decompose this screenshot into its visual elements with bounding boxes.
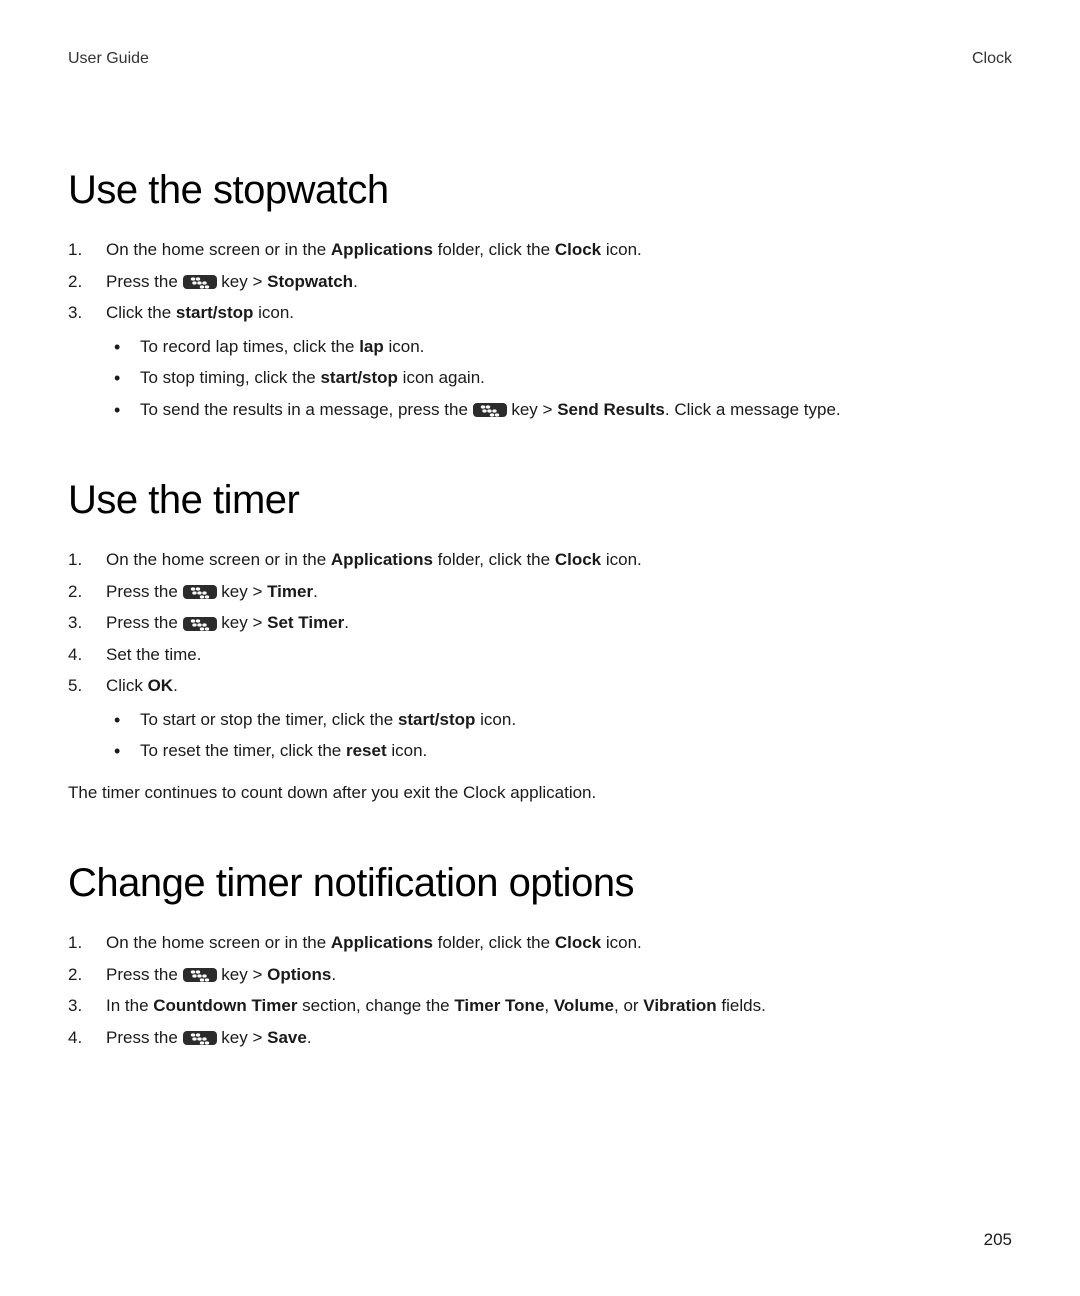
blackberry-key-icon bbox=[183, 585, 217, 599]
bullet-item: To record lap times, click the lap icon. bbox=[114, 334, 1012, 360]
header-right: Clock bbox=[972, 50, 1012, 68]
bold-text: OK bbox=[148, 676, 174, 695]
step-item: Press the key > Stopwatch. bbox=[68, 269, 1012, 295]
blackberry-key-icon bbox=[183, 968, 217, 982]
bold-text: reset bbox=[346, 741, 387, 760]
bold-text: Options bbox=[267, 965, 331, 984]
stopwatch-bullets: To record lap times, click the lap icon.… bbox=[114, 334, 1012, 423]
bullet-item: To reset the timer, click the reset icon… bbox=[114, 738, 1012, 764]
bullet-item: To start or stop the timer, click the st… bbox=[114, 707, 1012, 733]
blackberry-key-icon bbox=[473, 403, 507, 417]
bold-text: Applications bbox=[331, 550, 433, 569]
timer-steps: On the home screen or in the Application… bbox=[68, 547, 1012, 764]
bold-text: Volume bbox=[554, 996, 614, 1015]
blackberry-key-icon bbox=[183, 275, 217, 289]
stopwatch-steps: On the home screen or in the Application… bbox=[68, 237, 1012, 422]
step-item: On the home screen or in the Application… bbox=[68, 930, 1012, 956]
header-left: User Guide bbox=[68, 50, 149, 68]
bold-text: Clock bbox=[555, 550, 601, 569]
step-item: Press the key > Set Timer. bbox=[68, 610, 1012, 636]
bold-text: Clock bbox=[555, 933, 601, 952]
bold-text: Vibration bbox=[643, 996, 716, 1015]
step-item: On the home screen or in the Application… bbox=[68, 547, 1012, 573]
bold-text: start/stop bbox=[320, 368, 397, 387]
step-item: Press the key > Options. bbox=[68, 962, 1012, 988]
step-item: Click OK. To start or stop the timer, cl… bbox=[68, 673, 1012, 764]
notif-steps: On the home screen or in the Application… bbox=[68, 930, 1012, 1050]
heading-stopwatch: Use the stopwatch bbox=[68, 168, 1012, 213]
step-item: Press the key > Timer. bbox=[68, 579, 1012, 605]
section-stopwatch: Use the stopwatch On the home screen or … bbox=[68, 168, 1012, 422]
step-item: Set the time. bbox=[68, 642, 1012, 668]
bold-text: Timer Tone bbox=[454, 996, 544, 1015]
bold-text: Set Timer bbox=[267, 613, 344, 632]
blackberry-key-icon bbox=[183, 1031, 217, 1045]
step-item: Click the start/stop icon. To record lap… bbox=[68, 300, 1012, 422]
section-notif: Change timer notification options On the… bbox=[68, 861, 1012, 1050]
timer-footnote: The timer continues to count down after … bbox=[68, 780, 1012, 806]
bold-text: Send Results bbox=[557, 400, 665, 419]
bold-text: start/stop bbox=[176, 303, 253, 322]
heading-notif: Change timer notification options bbox=[68, 861, 1012, 906]
bold-text: start/stop bbox=[398, 710, 475, 729]
step-item: On the home screen or in the Application… bbox=[68, 237, 1012, 263]
bold-text: Applications bbox=[331, 240, 433, 259]
bold-text: Stopwatch bbox=[267, 272, 353, 291]
page-number: 205 bbox=[984, 1230, 1012, 1250]
bold-text: Clock bbox=[555, 240, 601, 259]
bold-text: Countdown Timer bbox=[153, 996, 297, 1015]
bullet-item: To send the results in a message, press … bbox=[114, 397, 1012, 423]
timer-bullets: To start or stop the timer, click the st… bbox=[114, 707, 1012, 764]
section-timer: Use the timer On the home screen or in t… bbox=[68, 478, 1012, 805]
bold-text: Save bbox=[267, 1028, 307, 1047]
step-item: Press the key > Save. bbox=[68, 1025, 1012, 1051]
bold-text: lap bbox=[359, 337, 384, 356]
blackberry-key-icon bbox=[183, 617, 217, 631]
step-item: In the Countdown Timer section, change t… bbox=[68, 993, 1012, 1019]
bold-text: Timer bbox=[267, 582, 313, 601]
heading-timer: Use the timer bbox=[68, 478, 1012, 523]
bold-text: Applications bbox=[331, 933, 433, 952]
bullet-item: To stop timing, click the start/stop ico… bbox=[114, 365, 1012, 391]
page-header: User Guide Clock bbox=[68, 50, 1012, 68]
